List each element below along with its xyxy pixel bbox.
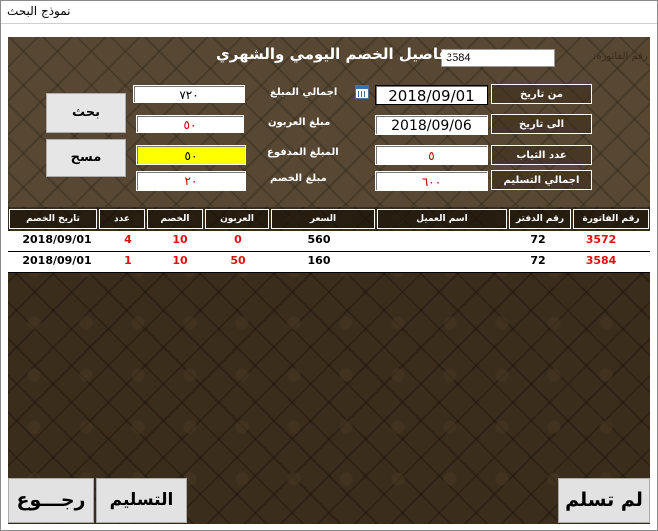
from-date-label: من تاريخ [491,84,592,104]
cell-discount: 10 [172,233,188,246]
search-form-window: نموذج البحث رقم الفاتورة: تفاصيل الخصم ا… [0,0,658,531]
discount-amount-label: مبلغ الخصم [270,173,327,184]
delivery-total-label: اجمالي التسليم [491,170,592,190]
total-amount-field[interactable]: ٧٢٠ [133,85,245,103]
clothes-count-field[interactable]: ٥ [375,145,488,165]
search-button[interactable]: بحث [46,93,126,133]
col-price[interactable]: السعر [271,209,375,229]
table-row[interactable]: 2018/09/01 1 10 50 160 72 3584 [8,252,650,273]
page-title: تفاصيل الخصم اليومي والشهري [216,45,455,63]
invoice-label: رقم الفاتورة: [593,51,648,62]
cell-clothes-count: 4 [124,233,132,246]
title-bar: نموذج البحث [1,1,657,24]
not-delivered-button[interactable]: لم تسلم [558,478,650,523]
col-clothes-count[interactable]: عدد الثياب [99,209,145,242]
cell-price: 160 [307,254,331,267]
cell-discount: 10 [172,254,188,267]
cell-clothes-count: 1 [124,254,132,267]
cell-invoice-number: 3584 [585,254,617,267]
cell-price: 560 [307,233,331,246]
col-customer-name[interactable]: اسم العميل [377,209,507,229]
cell-book-number: 72 [530,233,546,246]
search-form: رقم الفاتورة: تفاصيل الخصم اليومي والشهر… [8,37,650,524]
cell-discount-date: 2018/09/01 [22,254,92,267]
from-date-field[interactable]: 2018/09/01 [375,85,488,105]
filters-panel: رقم الفاتورة: تفاصيل الخصم اليومي والشهر… [8,37,650,207]
deposit-field[interactable]: ٥٠ [136,115,244,133]
to-date-field[interactable]: 2018/09/06 [375,115,488,135]
col-deposit[interactable]: العربون [205,209,269,229]
window-title: نموذج البحث [7,4,71,18]
cell-deposit: 0 [234,233,242,246]
cell-deposit: 50 [230,254,246,267]
col-invoice-number[interactable]: رقم الفاتورة [573,209,649,229]
deposit-label: مبلغ العربون [268,117,331,128]
to-date-label: الى تاريخ [491,114,592,134]
results-table: 2018/09/01 4 10 0 560 72 3572 2018/09/01… [8,231,650,273]
cell-discount-date: 2018/09/01 [22,233,92,246]
col-book-number[interactable]: رقم الدفتر [509,209,571,229]
delivery-total-field[interactable]: ٦٠٠ [375,171,488,191]
clothes-count-label: عدد الثياب [491,145,592,165]
discount-amount-field[interactable]: ٢٠ [136,171,246,191]
calendar-icon[interactable] [355,85,369,99]
clear-button[interactable]: مسح [46,139,126,177]
back-button[interactable]: رجـــوع [8,478,94,523]
delivered-button[interactable]: التسليم [96,478,187,523]
invoice-input[interactable] [441,49,555,67]
total-amount-label: اجمالي المبلغ [270,87,338,98]
cell-book-number: 72 [530,254,546,267]
col-discount-date[interactable]: تاريخ الخصم [9,209,97,229]
paid-amount-field[interactable]: ٥٠ [136,145,246,165]
col-discount[interactable]: الخصم [147,209,203,229]
table-row[interactable]: 2018/09/01 4 10 0 560 72 3572 [8,231,650,252]
paid-amount-label: المبلغ المدفوع [267,147,339,158]
cell-invoice-number: 3572 [585,233,617,246]
